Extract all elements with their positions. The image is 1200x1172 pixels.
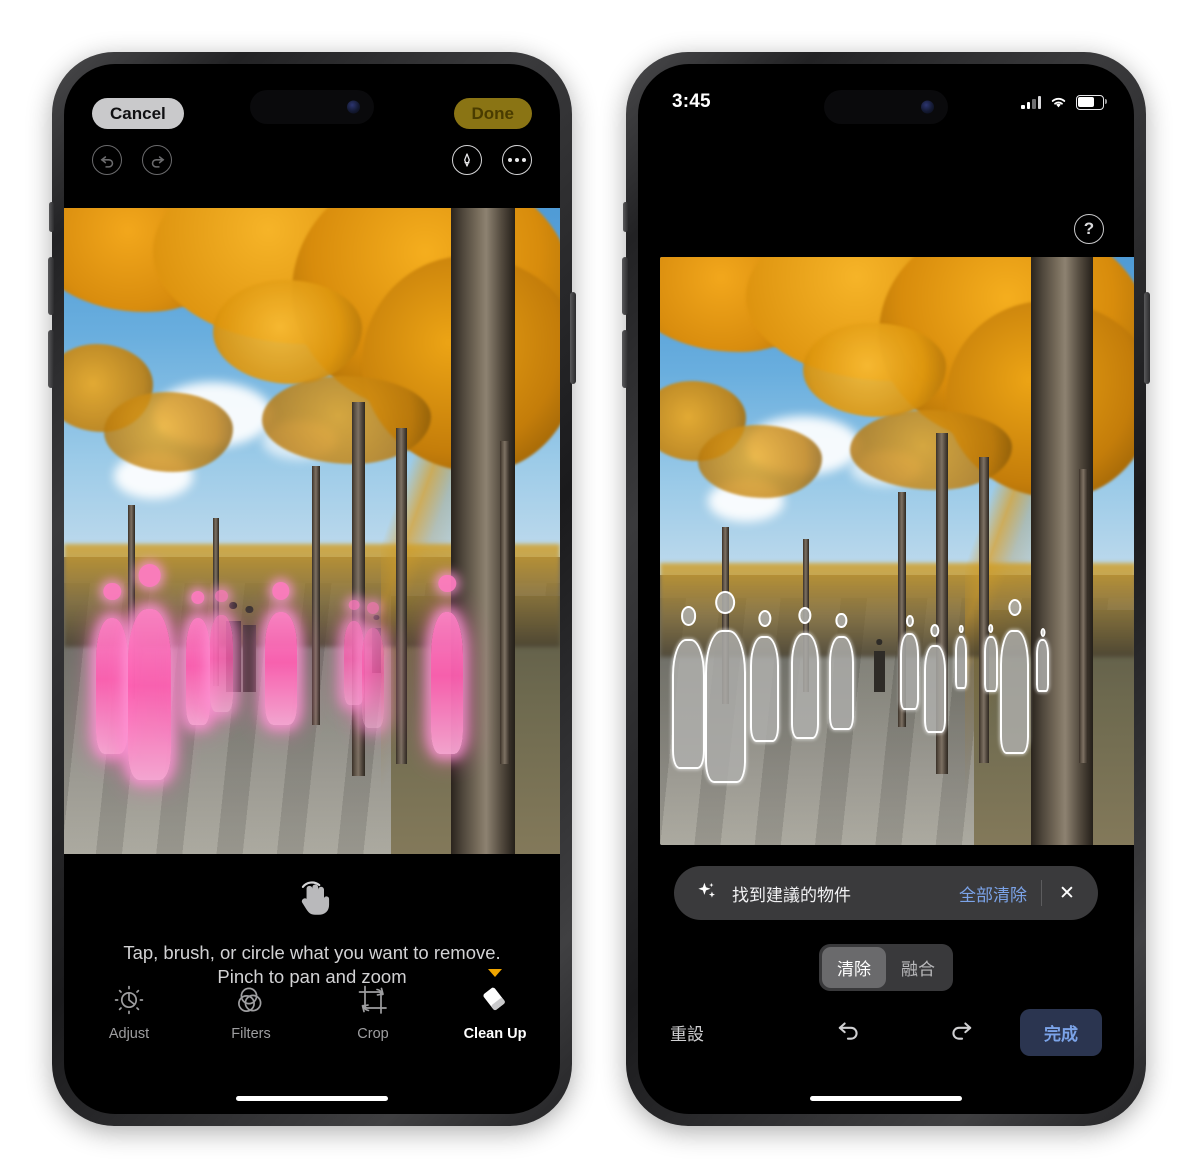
tap-hand-icon <box>64 876 560 923</box>
clear-all-button[interactable]: 全部清除 <box>959 881 1027 906</box>
dynamic-island <box>824 90 948 124</box>
photo-canvas-right[interactable] <box>660 257 1134 845</box>
tool-crop[interactable]: Crop <box>334 983 412 1042</box>
banner-message: 找到建議的物件 <box>732 885 851 905</box>
done-button[interactable]: Done <box>453 98 532 129</box>
wifi-icon <box>1051 97 1066 108</box>
cleanup-hint: Tap, brush, or circle what you want to r… <box>64 876 560 990</box>
mode-segmented-control: 清除 融合 <box>819 944 953 991</box>
home-indicator[interactable] <box>810 1096 962 1101</box>
hint-line-1: Tap, brush, or circle what you want to r… <box>123 942 501 963</box>
mute-switch[interactable] <box>49 202 54 232</box>
undo-icon[interactable] <box>92 145 122 175</box>
close-icon[interactable]: ✕ <box>1056 884 1078 903</box>
mute-switch[interactable] <box>623 202 628 232</box>
screen-right: 3:45 ? 找到建議的物件 全部清除 ✕ 清除 融合 重設 完成 <box>638 64 1134 1114</box>
volume-down-button[interactable] <box>622 330 628 388</box>
front-camera-icon <box>921 100 934 114</box>
tool-adjust[interactable]: Adjust <box>90 983 168 1042</box>
volume-up-button[interactable] <box>622 257 628 315</box>
tool-clean-up[interactable]: Clean Up <box>456 969 534 1042</box>
segment-blend[interactable]: 融合 <box>886 947 950 988</box>
power-button[interactable] <box>1144 292 1150 384</box>
cancel-button[interactable]: Cancel <box>92 98 184 129</box>
redo-icon[interactable] <box>948 1017 974 1048</box>
done-button[interactable]: 完成 <box>1020 1009 1102 1056</box>
help-icon[interactable]: ? <box>1074 214 1104 244</box>
phone-left: Cancel Done Tap, brush, or circle what y… <box>48 52 576 1126</box>
volume-up-button[interactable] <box>48 257 54 315</box>
suggestion-banner: 找到建議的物件 全部清除 ✕ <box>674 866 1098 920</box>
editor-tool-tabs: Adjust Filters Crop Clean Up <box>64 969 560 1042</box>
editor-bottom-bar: 重設 完成 <box>638 1009 1134 1056</box>
crop-rotate-icon <box>356 983 390 1017</box>
redo-icon[interactable] <box>142 145 172 175</box>
sparkle-icon <box>696 880 718 906</box>
home-indicator[interactable] <box>236 1096 388 1101</box>
tool-filters[interactable]: Filters <box>212 983 290 1042</box>
battery-icon <box>1076 94 1107 110</box>
dynamic-island <box>250 90 374 124</box>
active-tool-indicator-icon <box>488 969 502 977</box>
screenshot-stage: Cancel Done Tap, brush, or circle what y… <box>0 0 1200 1172</box>
phone-right: 3:45 ? 找到建議的物件 全部清除 ✕ 清除 融合 重設 完成 <box>622 52 1150 1126</box>
front-camera-icon <box>347 100 360 114</box>
cellular-signal-icon <box>1021 95 1041 109</box>
filters-circles-icon <box>234 983 268 1017</box>
status-time: 3:45 <box>672 91 711 112</box>
adjust-dial-icon <box>112 983 146 1017</box>
tool-label: Filters <box>231 1026 271 1042</box>
more-options-icon[interactable] <box>502 145 532 175</box>
power-button[interactable] <box>570 292 576 384</box>
tool-label: Clean Up <box>463 1026 527 1042</box>
undo-icon[interactable] <box>836 1017 862 1048</box>
reset-button[interactable]: 重設 <box>670 1020 790 1045</box>
screen-left: Cancel Done Tap, brush, or circle what y… <box>64 64 560 1114</box>
volume-down-button[interactable] <box>48 330 54 388</box>
markup-pen-icon[interactable] <box>452 145 482 175</box>
photo-canvas-left[interactable] <box>64 208 560 854</box>
segment-clean[interactable]: 清除 <box>822 947 886 988</box>
tool-label: Adjust <box>108 1026 150 1042</box>
cleanup-eraser-icon <box>478 983 512 1017</box>
banner-divider <box>1041 880 1042 906</box>
tool-label: Crop <box>357 1026 389 1042</box>
